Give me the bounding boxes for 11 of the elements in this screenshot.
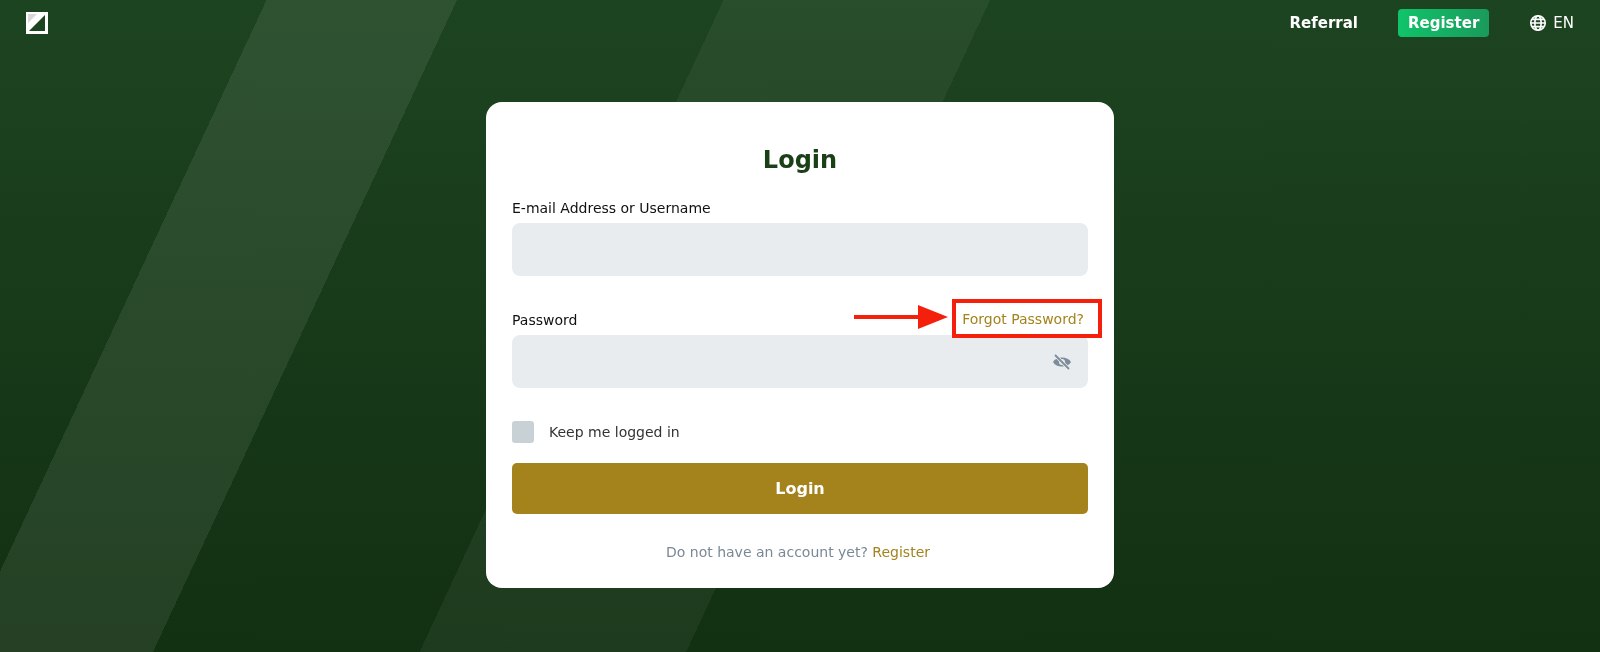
register-link[interactable]: Register (872, 544, 930, 560)
forgot-password-link[interactable]: Forgot Password? (962, 311, 1084, 327)
register-button[interactable]: Register (1398, 9, 1490, 37)
field-label: E-mail Address or Username (512, 200, 711, 216)
referral-link[interactable]: Referral (1289, 14, 1358, 32)
checkbox-label: Keep me logged in (549, 424, 680, 440)
footer-text: Do not have an account yet? (666, 544, 868, 560)
login-title: Login (761, 146, 839, 174)
login-button[interactable]: Login (512, 463, 1088, 514)
field-label: Password (512, 312, 578, 328)
language-selector[interactable]: EN (1553, 14, 1574, 32)
